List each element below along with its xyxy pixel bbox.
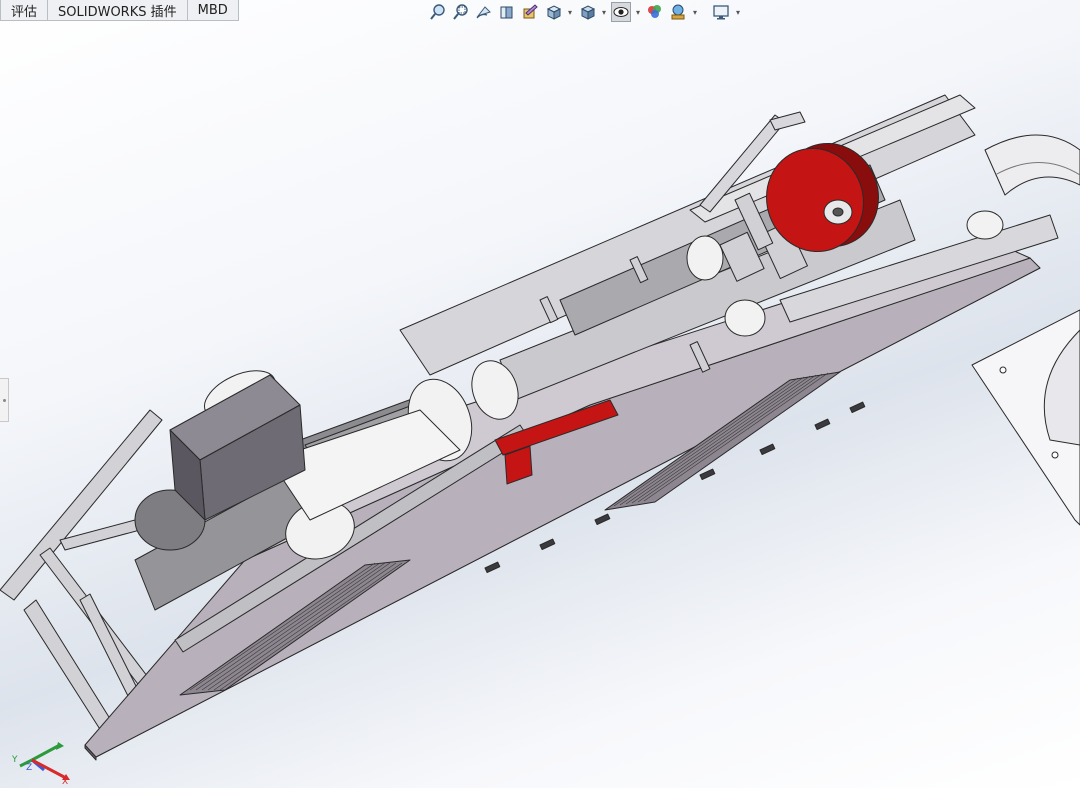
triad-z-label: Z	[26, 763, 32, 773]
hide-show-dropdown[interactable]: ▾	[634, 8, 642, 17]
model-viewport[interactable]	[0, 0, 1080, 788]
heads-up-view-toolbar: ▾ ▾ ▾ ▾ ▾	[428, 0, 742, 24]
zoom-to-fit-icon[interactable]	[428, 2, 448, 22]
command-manager-tabs: 评估 SOLIDWORKS 插件 MBD	[0, 0, 239, 22]
edit-appearance-icon[interactable]	[645, 2, 665, 22]
previous-view-icon[interactable]	[474, 2, 494, 22]
reference-triad: Y Z X	[11, 742, 70, 784]
tab-solidworks-addins[interactable]: SOLIDWORKS 插件	[47, 0, 188, 21]
section-view-icon[interactable]	[497, 2, 517, 22]
apply-scene-dropdown[interactable]: ▾	[691, 8, 699, 17]
tab-evaluate[interactable]: 评估	[0, 0, 49, 21]
triad-y-label: Y	[11, 755, 18, 765]
display-style-icon[interactable]	[577, 2, 597, 22]
view-settings-icon[interactable]	[711, 2, 731, 22]
zoom-to-area-icon[interactable]	[451, 2, 471, 22]
dynamic-annotation-icon[interactable]	[520, 2, 540, 22]
apply-scene-icon[interactable]	[668, 2, 688, 22]
view-orientation-icon[interactable]	[543, 2, 563, 22]
feature-manager-collapse-handle[interactable]	[0, 378, 9, 422]
triad-x-label: X	[62, 777, 68, 784]
view-orientation-dropdown[interactable]: ▾	[566, 8, 574, 17]
hide-show-items-icon[interactable]	[611, 2, 631, 22]
tab-mbd[interactable]: MBD	[186, 0, 239, 21]
side-cabinet	[971, 309, 1080, 526]
curved-chute	[984, 134, 1080, 196]
view-settings-dropdown[interactable]: ▾	[734, 8, 742, 17]
display-style-dropdown[interactable]: ▾	[600, 8, 608, 17]
